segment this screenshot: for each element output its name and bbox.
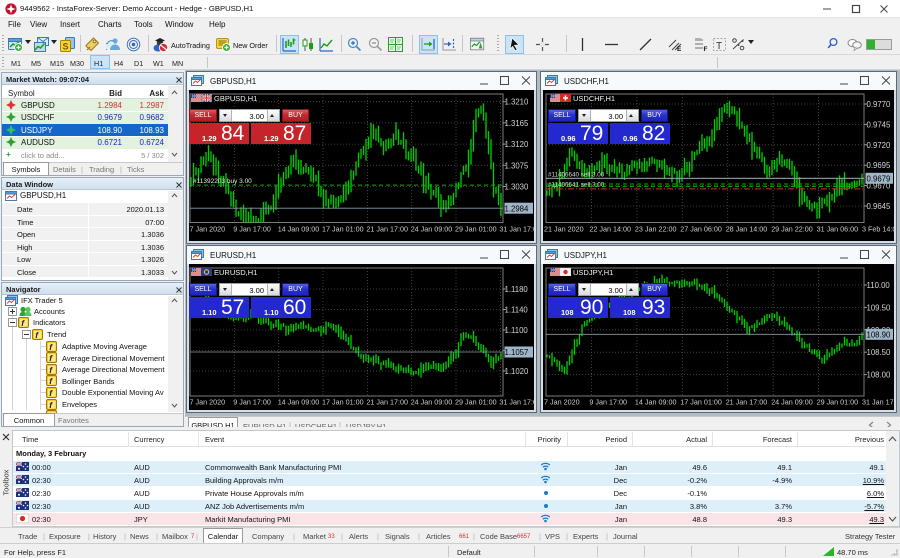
svg-text:29 Jan 01:00: 29 Jan 01:00 xyxy=(817,398,859,407)
svg-text:0.9679: 0.9679 xyxy=(867,175,891,184)
svg-text:23 Jan 22:00: 23 Jan 22:00 xyxy=(635,225,677,234)
svg-text:31 Jan 17:00: 31 Jan 17:00 xyxy=(499,225,534,234)
svg-text:0.9645: 0.9645 xyxy=(867,202,892,211)
svg-text:1.3030: 1.3030 xyxy=(505,183,530,192)
svg-text:1.1140: 1.1140 xyxy=(505,306,529,315)
svg-text:9 Jan 17:00: 9 Jan 17:00 xyxy=(589,398,627,407)
svg-text:1.2984: 1.2984 xyxy=(505,204,530,213)
svg-text:#11406641 sell 3.00: #11406641 sell 3.00 xyxy=(548,182,605,189)
svg-text:17 Jan 01:00: 17 Jan 01:00 xyxy=(680,398,722,407)
svg-text:1.1020: 1.1020 xyxy=(505,367,530,376)
svg-text:21 Jan 17:00: 21 Jan 17:00 xyxy=(726,398,768,407)
svg-text:29 Jan 01:00: 29 Jan 01:00 xyxy=(455,225,497,234)
svg-text:110.00: 110.00 xyxy=(867,281,891,290)
svg-text:E: E xyxy=(677,46,682,52)
svg-text:0.9770: 0.9770 xyxy=(867,100,892,109)
svg-text:21 Jan 2020: 21 Jan 2020 xyxy=(544,225,584,234)
svg-text:1.3210: 1.3210 xyxy=(505,98,530,107)
svg-text:0.9745: 0.9745 xyxy=(867,120,892,129)
svg-text:108.90: 108.90 xyxy=(867,331,892,340)
svg-text:21 Jan 17:00: 21 Jan 17:00 xyxy=(366,225,408,234)
svg-text:31 Jan 17:00: 31 Jan 17:00 xyxy=(499,398,534,407)
svg-text:0.9720: 0.9720 xyxy=(867,141,892,150)
svg-text:1.3165: 1.3165 xyxy=(505,119,530,128)
svg-text:T: T xyxy=(716,41,722,52)
svg-text:9 Jan 17:00: 9 Jan 17:00 xyxy=(233,225,271,234)
svg-text:17 Jan 01:00: 17 Jan 01:00 xyxy=(322,225,364,234)
svg-text:21 Jan 17:00: 21 Jan 17:00 xyxy=(366,398,408,407)
svg-text:108.50: 108.50 xyxy=(867,348,892,357)
svg-text:29 Jan 22:00: 29 Jan 22:00 xyxy=(771,225,813,234)
svg-text:9 Jan 17:00: 9 Jan 17:00 xyxy=(233,398,271,407)
svg-text:27 Jan 06:00: 27 Jan 06:00 xyxy=(680,225,722,234)
svg-text:14 Jan 09:00: 14 Jan 09:00 xyxy=(278,398,320,407)
svg-text:24 Jan 09:00: 24 Jan 09:00 xyxy=(771,398,813,407)
svg-text:108.00: 108.00 xyxy=(867,371,892,380)
svg-text:S: S xyxy=(63,42,69,52)
svg-text:22 Jan 14:00: 22 Jan 14:00 xyxy=(589,225,631,234)
svg-text:0.9695: 0.9695 xyxy=(867,161,892,170)
svg-text:1.1100: 1.1100 xyxy=(505,326,529,335)
svg-text:17 Jan 01:00: 17 Jan 01:00 xyxy=(322,398,364,407)
svg-text:7 Jan 2020: 7 Jan 2020 xyxy=(190,225,226,234)
svg-text:31 Jan 17:00: 31 Jan 17:00 xyxy=(862,398,894,407)
svg-text:31 Jan 06:00: 31 Jan 06:00 xyxy=(817,225,859,234)
svg-text:24 Jan 09:00: 24 Jan 09:00 xyxy=(411,398,453,407)
svg-text:14 Jan 09:00: 14 Jan 09:00 xyxy=(278,225,320,234)
svg-text:28 Jan 14:00: 28 Jan 14:00 xyxy=(726,225,768,234)
svg-text:14 Jan 09:00: 14 Jan 09:00 xyxy=(635,398,677,407)
svg-text:109.50: 109.50 xyxy=(867,303,892,312)
svg-text:#11392203 buy 3.00: #11392203 buy 3.00 xyxy=(193,178,252,185)
svg-text:7 Jan 2020: 7 Jan 2020 xyxy=(544,398,580,407)
svg-text:1.3120: 1.3120 xyxy=(505,140,530,149)
svg-text:29 Jan 01:00: 29 Jan 01:00 xyxy=(455,398,497,407)
svg-text:3 Feb 14:00: 3 Feb 14:00 xyxy=(862,225,894,234)
svg-text:F: F xyxy=(704,46,708,52)
svg-text:7 Jan 2020: 7 Jan 2020 xyxy=(190,398,226,407)
svg-text:1.1057: 1.1057 xyxy=(505,348,529,357)
svg-text:#11406640 sell 3.00: #11406640 sell 3.00 xyxy=(548,171,605,178)
svg-text:1.3075: 1.3075 xyxy=(505,161,530,170)
svg-text:24 Jan 09:00: 24 Jan 09:00 xyxy=(411,225,453,234)
svg-text:1.1180: 1.1180 xyxy=(505,285,529,294)
